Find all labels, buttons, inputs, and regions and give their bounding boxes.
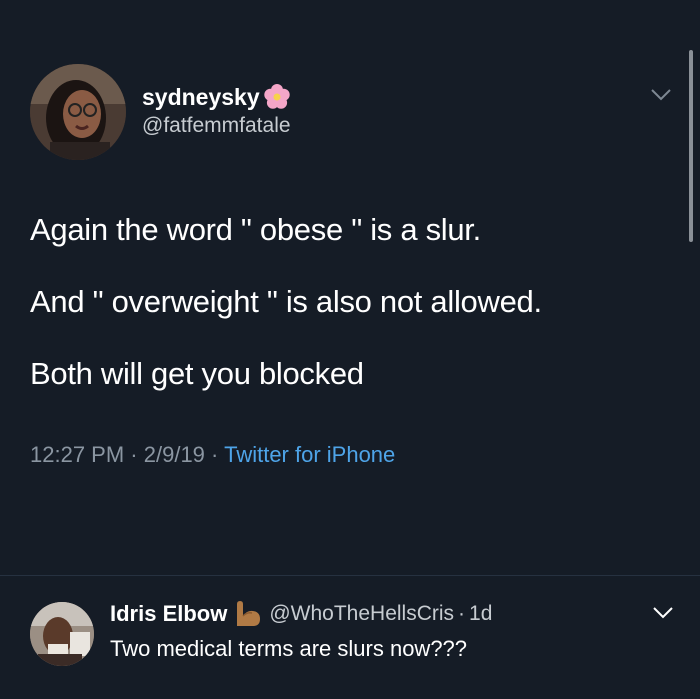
author-handle[interactable]: @fatfemmfatale [142,114,291,138]
reply-time-separator: · [458,602,466,625]
reply-time[interactable]: 1d [469,602,492,626]
flexed-biceps-icon [237,601,261,626]
tweet-source-link[interactable]: Twitter for iPhone [224,442,395,467]
reply-handle[interactable]: @WhoTheHellsCris [269,602,454,626]
reply-user-avatar[interactable] [30,602,94,666]
reply-header: Idris Elbow @WhoTheHellsCris · 1d [110,600,492,628]
reply-display-name[interactable]: Idris Elbow [110,601,227,627]
author-name-row[interactable]: sydneysky [142,82,292,112]
tweet-meta: 12:27 PM · 2/9/19 · Twitter for iPhone [30,442,395,468]
user-avatar[interactable] [30,64,126,160]
tweet-text-line-1: Again the word " obese " is a slur. [30,212,481,247]
meta-separator: · [130,442,138,467]
reply-text: Two medical terms are slurs now??? [110,636,468,661]
tweet-date[interactable]: 2/9/19 [144,442,205,467]
scrollbar[interactable] [689,50,693,242]
author-display-name[interactable]: sydneysky [142,84,260,111]
divider [0,575,700,576]
chevron-down-icon[interactable] [652,606,674,620]
tweet-text-line-2: And " overweight " is also not allowed. [30,284,542,319]
tweet-time[interactable]: 12:27 PM [30,442,124,467]
cherry-blossom-icon [263,84,290,109]
chevron-down-icon[interactable] [650,88,672,102]
tweet-text-line-3: Both will get you blocked [30,356,364,391]
meta-separator: · [211,442,219,467]
